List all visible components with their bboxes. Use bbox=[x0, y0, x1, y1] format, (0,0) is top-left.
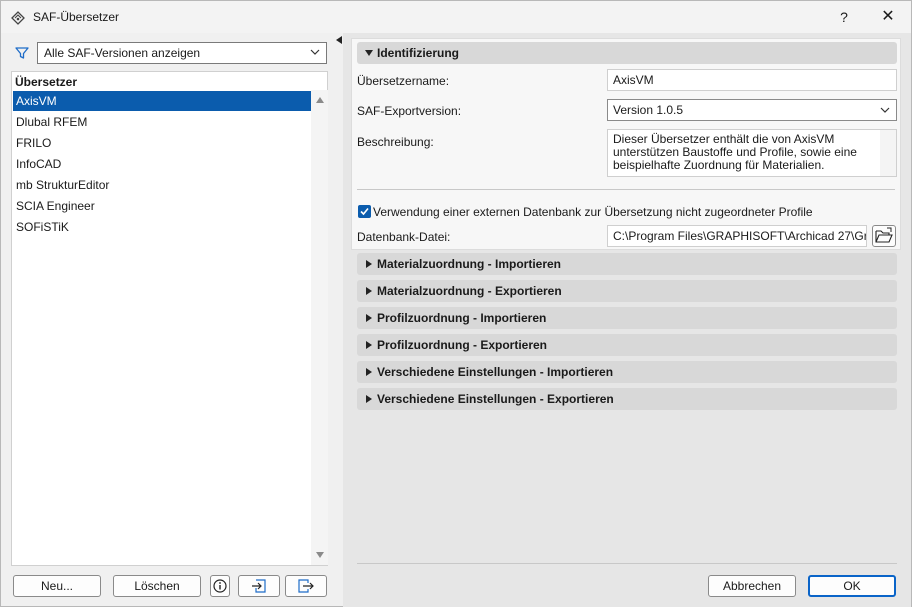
external-db-checkbox[interactable] bbox=[358, 205, 371, 218]
translator-name-label: Übersetzername: bbox=[357, 74, 450, 88]
section-header-misc-import[interactable]: Verschiedene Einstellungen - Importieren bbox=[357, 361, 897, 383]
description-scrollbar[interactable] bbox=[880, 130, 896, 176]
export-version-value: Version 1.0.5 bbox=[613, 103, 684, 117]
checkmark-icon bbox=[360, 207, 369, 216]
divider bbox=[357, 563, 897, 564]
triangle-down-icon bbox=[365, 50, 373, 56]
triangle-right-icon bbox=[366, 260, 372, 268]
close-button[interactable]: ✕ bbox=[874, 5, 902, 29]
list-item[interactable]: SOFiSTiK bbox=[13, 217, 311, 237]
section-title: Materialzuordnung - Importieren bbox=[377, 257, 562, 271]
section-title: Identifizierung bbox=[377, 46, 459, 60]
db-file-input[interactable]: C:\Program Files\GRAPHISOFT\Archicad 27\… bbox=[607, 225, 867, 247]
list-scrollbar[interactable] bbox=[311, 90, 328, 565]
cancel-button[interactable]: Abbrechen bbox=[708, 575, 796, 597]
list-item[interactable]: InfoCAD bbox=[13, 154, 311, 174]
section-header-material-import[interactable]: Materialzuordnung - Importieren bbox=[357, 253, 897, 275]
section-header-material-export[interactable]: Materialzuordnung - Exportieren bbox=[357, 280, 897, 302]
section-title: Materialzuordnung - Exportieren bbox=[377, 284, 562, 298]
scroll-up-icon[interactable] bbox=[315, 95, 325, 105]
section-title: Verschiedene Einstellungen - Exportieren bbox=[377, 392, 614, 406]
section-title: Profilzuordnung - Exportieren bbox=[377, 338, 547, 352]
filter-icon[interactable] bbox=[14, 45, 30, 61]
app-icon bbox=[11, 11, 25, 25]
import-button[interactable] bbox=[238, 575, 280, 597]
info-button[interactable] bbox=[210, 575, 230, 597]
version-filter-value: Alle SAF-Versionen anzeigen bbox=[44, 46, 201, 60]
triangle-right-icon bbox=[366, 368, 372, 376]
section-header-profile-import[interactable]: Profilzuordnung - Importieren bbox=[357, 307, 897, 329]
import-icon bbox=[252, 579, 266, 593]
info-icon bbox=[213, 579, 227, 593]
list-item[interactable]: Dlubal RFEM bbox=[13, 112, 311, 132]
list-item[interactable]: AxisVM bbox=[13, 91, 311, 111]
export-version-select[interactable]: Version 1.0.5 bbox=[607, 99, 897, 121]
new-button[interactable]: Neu... bbox=[13, 575, 101, 597]
list-item[interactable]: SCIA Engineer bbox=[13, 196, 311, 216]
delete-button[interactable]: Löschen bbox=[113, 575, 201, 597]
triangle-right-icon bbox=[366, 395, 372, 403]
title-bar: SAF-Übersetzer ? ✕ bbox=[1, 1, 911, 33]
ok-button[interactable]: OK bbox=[808, 575, 896, 597]
triangle-right-icon bbox=[366, 314, 372, 322]
export-button[interactable] bbox=[285, 575, 327, 597]
divider bbox=[357, 189, 895, 190]
list-header: Übersetzer bbox=[15, 75, 78, 89]
triangle-right-icon bbox=[366, 341, 372, 349]
browse-button[interactable] bbox=[872, 225, 896, 247]
description-text: Dieser Übersetzer enthält die von AxisVM… bbox=[613, 132, 857, 172]
folder-open-icon bbox=[875, 227, 893, 243]
section-header-profile-export[interactable]: Profilzuordnung - Exportieren bbox=[357, 334, 897, 356]
section-header-misc-export[interactable]: Verschiedene Einstellungen - Exportieren bbox=[357, 388, 897, 410]
chevron-down-icon bbox=[880, 107, 890, 113]
export-version-label: SAF-Exportversion: bbox=[357, 104, 462, 118]
description-textarea[interactable]: Dieser Übersetzer enthält die von AxisVM… bbox=[607, 129, 897, 177]
list-item[interactable]: mb StrukturEditor bbox=[13, 175, 311, 195]
help-button[interactable]: ? bbox=[831, 5, 857, 29]
translator-list: Übersetzer AxisVM Dlubal RFEM FRILO Info… bbox=[11, 71, 328, 566]
external-db-label: Verwendung einer externen Datenbank zur … bbox=[373, 205, 813, 219]
export-icon bbox=[298, 579, 314, 593]
list-item[interactable]: FRILO bbox=[13, 133, 311, 153]
description-label: Beschreibung: bbox=[357, 135, 434, 149]
collapse-arrow-icon[interactable] bbox=[336, 36, 342, 44]
chevron-down-icon bbox=[310, 49, 320, 55]
section-header-identification[interactable]: Identifizierung bbox=[357, 42, 897, 64]
window-title: SAF-Übersetzer bbox=[33, 10, 120, 24]
section-title: Profilzuordnung - Importieren bbox=[377, 311, 547, 325]
db-file-label: Datenbank-Datei: bbox=[357, 230, 451, 244]
version-filter-select[interactable]: Alle SAF-Versionen anzeigen bbox=[37, 42, 327, 64]
translator-name-input[interactable]: AxisVM bbox=[607, 69, 897, 91]
triangle-right-icon bbox=[366, 287, 372, 295]
scroll-down-icon[interactable] bbox=[315, 550, 325, 560]
section-title: Verschiedene Einstellungen - Importieren bbox=[377, 365, 614, 379]
saf-translator-dialog: SAF-Übersetzer ? ✕ Alle SAF-Versionen an… bbox=[0, 0, 912, 607]
